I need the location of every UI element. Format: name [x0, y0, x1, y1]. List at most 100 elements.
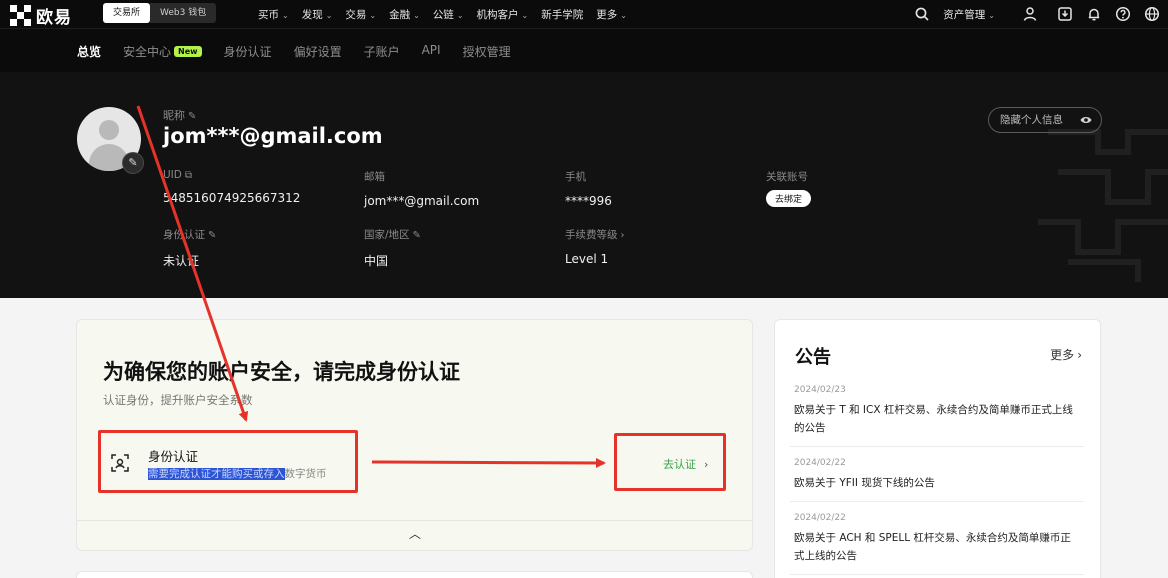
- mode-exchange-button[interactable]: 交易所: [103, 3, 151, 23]
- country-label: 国家/地区 ✎: [364, 227, 421, 242]
- edit-avatar-icon[interactable]: ✎: [122, 152, 144, 174]
- main-menu: 买币 ⌄ 发现 ⌄ 交易 ⌄ 金融 ⌄ 公链 ⌄ 机构客户 ⌄ 新手学院 更多 ⌄: [258, 0, 627, 28]
- edit-icon[interactable]: ✎: [188, 111, 196, 122]
- menu-academy[interactable]: 新手学院: [541, 7, 583, 22]
- announcements-more-link[interactable]: 更多 ›: [1050, 346, 1082, 363]
- hide-info-label: 隐藏个人信息: [1000, 114, 1063, 126]
- bell-icon[interactable]: [1086, 6, 1102, 22]
- nickname-label: 昵称 ✎: [163, 107, 196, 123]
- field-fee-level: 手续费等级 › Level 1: [565, 227, 625, 266]
- menu-public-chain[interactable]: 公链 ⌄: [433, 7, 464, 22]
- menu-finance[interactable]: 金融 ⌄: [389, 7, 420, 22]
- announcements-card: 公告 更多 › 2024/02/23 欧易关于 T 和 ICX 杠杆交易、永续合约…: [774, 319, 1101, 578]
- announcement-date: 2024/02/22: [794, 458, 846, 468]
- more-label: 更多: [1050, 348, 1075, 362]
- chevron-right-icon: ›: [1077, 348, 1082, 362]
- tab-label: 安全中心: [123, 45, 172, 59]
- logo-mark-icon: [10, 4, 32, 27]
- nickname-value: jom***@gmail.com: [163, 124, 383, 148]
- annotation-highlight-box: [614, 433, 726, 491]
- verify-card-title: 为确保您的账户安全，请完成身份认证: [103, 360, 460, 384]
- announcement-item[interactable]: 2024/02/23 欧易关于 T 和 ICX 杠杆交易、永续合约及简单赚币正式…: [790, 384, 1084, 447]
- user-icon[interactable]: [1022, 6, 1038, 22]
- menu-institutional[interactable]: 机构客户 ⌄: [477, 7, 529, 22]
- mode-web3-wallet-button[interactable]: Web3 钱包: [150, 3, 217, 23]
- tab-security-center[interactable]: 安全中心 New: [123, 43, 202, 60]
- menu-label: 买币: [258, 8, 279, 21]
- announcements-title: 公告: [795, 347, 831, 368]
- chevron-up-icon[interactable]: ︿: [405, 525, 425, 545]
- decorative-pattern: [1038, 129, 1168, 282]
- field-email: 邮箱 jom***@gmail.com: [364, 169, 479, 208]
- fee-level-label[interactable]: 手续费等级 ›: [565, 227, 625, 242]
- email-value: jom***@gmail.com: [364, 194, 480, 208]
- edit-icon[interactable]: ✎: [413, 230, 421, 241]
- uid-value: 548516074925667312: [163, 191, 301, 205]
- bind-account-button[interactable]: 去绑定: [766, 190, 812, 207]
- exchange-wallet-toggle: 交易所 Web3 钱包: [103, 3, 217, 23]
- uid-label: UID ⧉: [163, 169, 300, 181]
- phone-value: ****996: [565, 194, 612, 208]
- announcement-item[interactable]: 2024/02/22 欧易关于 YFII 现货下线的公告: [790, 457, 1084, 502]
- menu-label: 机构客户: [476, 8, 519, 21]
- download-icon[interactable]: [1057, 6, 1073, 22]
- okx-logo[interactable]: 欧易: [10, 3, 72, 28]
- menu-trade[interactable]: 交易 ⌄: [345, 7, 376, 22]
- tab-authorization-management[interactable]: 授权管理: [463, 43, 511, 60]
- menu-label: 公链: [432, 8, 454, 21]
- tab-overview[interactable]: 总览: [77, 43, 101, 60]
- field-identity: 身份认证 ✎ 未认证: [163, 227, 216, 269]
- globe-icon[interactable]: [1144, 6, 1160, 22]
- announcement-date: 2024/02/23: [794, 385, 846, 395]
- copy-icon[interactable]: ⧉: [185, 170, 192, 181]
- chevron-down-icon: ⌄: [282, 10, 289, 20]
- hide-personal-info-button[interactable]: 隐藏个人信息: [988, 107, 1102, 133]
- help-icon[interactable]: [1115, 6, 1131, 22]
- menu-label: 新手学院: [541, 8, 584, 21]
- announcement-text: 欧易关于 ACH 和 SPELL 杠杆交易、永续合约及简单赚币正式上线的公告: [794, 532, 1071, 562]
- linked-accounts-label: 关联账号: [766, 171, 808, 183]
- menu-label: 更多: [596, 8, 618, 21]
- tab-api[interactable]: API: [422, 43, 441, 60]
- chevron-down-icon: ⌄: [521, 10, 529, 20]
- announcement-date: 2024/02/22: [794, 513, 846, 523]
- identity-label: 身份认证 ✎: [163, 227, 216, 242]
- menu-label: 金融: [389, 8, 411, 21]
- announcement-text: 欧易关于 T 和 ICX 杠杆交易、永续合约及简单赚币正式上线的公告: [794, 404, 1073, 434]
- announcement-text: 欧易关于 YFII 现货下线的公告: [794, 477, 935, 489]
- tab-sub-accounts[interactable]: 子账户: [364, 43, 400, 60]
- tab-preferences[interactable]: 偏好设置: [294, 43, 342, 60]
- annotation-highlight-box: [98, 430, 358, 493]
- field-country: 国家/地区 ✎ 中国: [364, 227, 421, 269]
- divider: [77, 520, 752, 521]
- announcement-item[interactable]: 2024/02/22 欧易关于 ACH 和 SPELL 杠杆交易、永续合约及简单…: [790, 512, 1084, 575]
- email-label: 邮箱: [364, 171, 385, 183]
- next-card-edge: [76, 571, 753, 578]
- label-text: UID: [163, 169, 182, 181]
- chevron-down-icon: ⌄: [456, 10, 464, 20]
- new-badge: New: [174, 46, 202, 57]
- menu-discover[interactable]: 发现 ⌄: [302, 7, 333, 22]
- menu-more[interactable]: 更多 ⌄: [596, 7, 627, 22]
- eye-icon: [1080, 117, 1092, 123]
- field-phone: 手机 ****996: [565, 169, 612, 208]
- label-text: 国家/地区: [364, 229, 410, 241]
- label-text: 身份认证: [163, 229, 205, 241]
- label-text: 昵称: [163, 109, 185, 122]
- asset-management-menu[interactable]: 资产管理 ⌄: [943, 7, 995, 22]
- edit-icon[interactable]: ✎: [208, 230, 216, 241]
- menu-label: 发现: [301, 8, 323, 21]
- announcement-list: 2024/02/23 欧易关于 T 和 ICX 杠杆交易、永续合约及简单赚币正式…: [790, 384, 1084, 578]
- chevron-down-icon: ⌄: [369, 10, 377, 20]
- phone-label: 手机: [565, 171, 586, 183]
- tab-identity-verification[interactable]: 身份认证: [224, 43, 272, 60]
- account-subnav: 总览 安全中心 New 身份认证 偏好设置 子账户 API 授权管理: [0, 28, 1168, 72]
- menu-label: 交易: [345, 8, 367, 21]
- chevron-right-icon: ›: [620, 230, 625, 241]
- search-icon[interactable]: [914, 6, 930, 22]
- label-text: 手续费等级: [565, 229, 618, 241]
- asset-menu-label: 资产管理: [943, 8, 986, 21]
- top-navigation-bar: 欧易 交易所 Web3 钱包 买币 ⌄ 发现 ⌄ 交易 ⌄ 金融 ⌄ 公链 ⌄ 机构客户 ⌄…: [0, 0, 1168, 28]
- fee-level-value: Level 1: [565, 252, 609, 266]
- menu-buy-crypto[interactable]: 买币 ⌄: [258, 7, 289, 22]
